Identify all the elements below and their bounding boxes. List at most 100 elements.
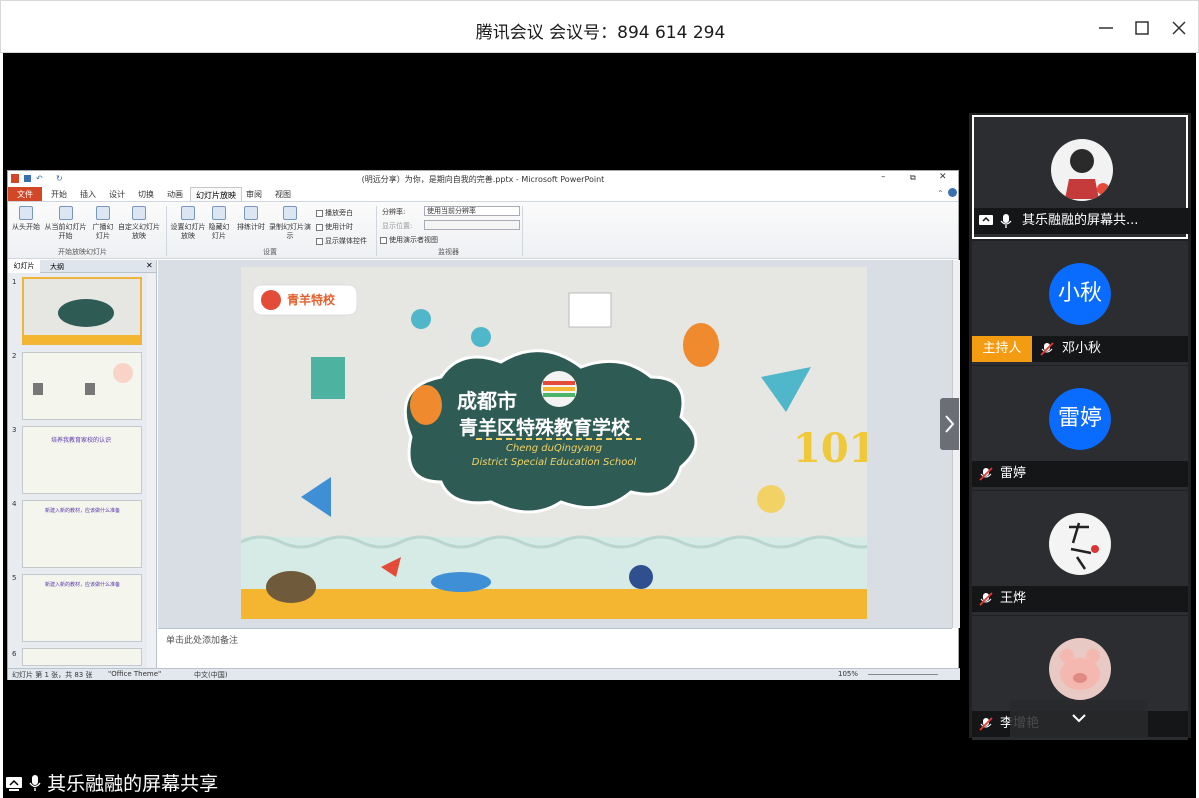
ppt-title: (明远分享）为你，是期向自我的完善.pptx - Microsoft Power…: [361, 175, 605, 184]
slide-number: 5: [12, 574, 17, 582]
ppt-title-bar: ↶ ↻ (明远分享）为你，是期向自我的完善.pptx - Microsoft P…: [8, 171, 958, 187]
thumb-4-title: 新建入新的教材，应该做什么准备: [45, 508, 121, 514]
slide-number: 4: [12, 500, 17, 508]
status-bar: 幻灯片 第 1 张，共 83 张 "Office Theme" 中文(中国) 1…: [8, 668, 960, 680]
slide-logo: 青羊特校: [287, 293, 336, 307]
maximize-icon[interactable]: [1129, 15, 1155, 41]
broadcast-icon: [96, 206, 110, 220]
participant-namebar: 王烨: [972, 586, 1188, 612]
participants-panel: 其乐融融的屏幕共... 小秋 主持人 邓小秋 雷婷 雷婷 王烨: [969, 113, 1191, 740]
pane-scrollbar[interactable]: [147, 274, 156, 668]
record-button[interactable]: 录制幻灯片演示: [269, 206, 311, 241]
slide-thumb-6[interactable]: [22, 648, 142, 666]
tab-animations[interactable]: 动画: [167, 189, 183, 200]
timing-checkbox[interactable]: 使用计时: [316, 220, 367, 234]
expand-list-button[interactable]: [1010, 700, 1148, 738]
slide-title-line1: 成都市: [457, 389, 517, 413]
participant-namebar: 雷婷: [972, 461, 1188, 487]
share-label-text: 其乐融融的屏幕共享: [47, 773, 219, 795]
slide-thumb-1[interactable]: [22, 277, 142, 345]
status-slide-info: 幻灯片 第 1 张，共 83 张: [12, 671, 93, 679]
rehearse-button[interactable]: 排练计时: [234, 206, 268, 232]
participant-name: 雷婷: [1000, 466, 1027, 481]
tab-insert[interactable]: 插入: [80, 189, 96, 200]
checkbox-icon: [316, 237, 323, 245]
slides-pane: 幻灯片 大纲 ✕ 1 2 3 培养我教育家校的认识 4 新建入新的教材，应该做什…: [8, 260, 157, 668]
ppt-close-icon[interactable]: ✕: [939, 172, 947, 182]
slide-subtitle-line2: District Special Education School: [471, 457, 637, 468]
show-on-label: 显示位置:: [382, 222, 413, 230]
slide-title-line2: 青羊区特殊教育学校: [459, 417, 631, 439]
slide-number-graphic: 101: [793, 425, 867, 472]
participant-tile[interactable]: 王烨: [972, 491, 1188, 615]
chevron-right-icon: [945, 415, 955, 433]
avatar-calligraphy-image: [1069, 522, 1099, 570]
participant-tile[interactable]: 小秋 主持人 邓小秋: [972, 241, 1188, 365]
setup-slideshow-button[interactable]: 设置幻灯片放映: [170, 206, 206, 241]
next-page-button[interactable]: [940, 398, 959, 450]
slideshow-options: 播放旁白 使用计时 显示媒体控件: [316, 206, 367, 248]
tab-design[interactable]: 设计: [109, 189, 125, 200]
screen-share-icon: [979, 215, 993, 225]
slide-thumb-3[interactable]: 培养我教育家校的认识: [22, 426, 142, 494]
slide-number: 2: [12, 352, 17, 360]
participant-tile[interactable]: 其乐融融的屏幕共...: [972, 115, 1190, 239]
slide-thumb-1-preview: [24, 299, 140, 343]
ribbon: 从头开始 从当前幻灯片开始 广播幻灯片 自定义幻灯片放映 开始放映幻灯片 设置幻…: [8, 201, 958, 259]
broadcast-button[interactable]: 广播幻灯片: [92, 206, 114, 241]
setup-icon: [181, 206, 195, 220]
tab-outline[interactable]: 大纲: [50, 262, 64, 272]
tab-home[interactable]: 开始: [51, 189, 67, 200]
slideshow-current-icon: [58, 206, 73, 220]
close-icon[interactable]: [1166, 15, 1192, 41]
avatar: 雷婷: [1049, 388, 1111, 450]
tab-transitions[interactable]: 切换: [138, 189, 154, 200]
slide-number: 3: [12, 426, 17, 434]
ribbon-separator: [522, 206, 523, 256]
status-language: 中文(中国): [194, 671, 228, 679]
tab-slides[interactable]: 幻灯片: [8, 260, 40, 273]
tab-slideshow[interactable]: 幻灯片放映: [190, 187, 242, 202]
ppt-minimize-icon[interactable]: –: [881, 172, 886, 182]
show-on-select[interactable]: [424, 220, 520, 230]
slide-thumb-2[interactable]: [22, 352, 142, 420]
timer-icon: [244, 206, 258, 220]
checkbox-icon: [380, 236, 387, 244]
minimize-icon[interactable]: [1093, 15, 1119, 41]
narration-checkbox[interactable]: 播放旁白: [316, 206, 367, 220]
help-icon[interactable]: [948, 188, 957, 197]
slide-number: 6: [12, 650, 17, 658]
screen-share-label: 其乐融融的屏幕共享: [5, 769, 218, 796]
hide-slide-button[interactable]: 隐藏幻灯片: [208, 206, 230, 241]
zoom-slider[interactable]: [868, 674, 938, 675]
ribbon-collapse-icon[interactable]: ⌃: [937, 189, 944, 198]
slide-thumb-4[interactable]: 新建入新的教材，应该做什么准备: [22, 500, 142, 568]
record-icon: [283, 206, 297, 220]
checkbox-icon: [316, 209, 323, 217]
avatar: 小秋: [1049, 263, 1111, 325]
ppt-restore-icon[interactable]: ⧉: [910, 173, 916, 183]
from-current-button[interactable]: 从当前幻灯片开始: [43, 206, 88, 241]
from-start-button[interactable]: 从头开始: [11, 206, 41, 232]
pane-close-icon[interactable]: ✕: [146, 261, 153, 270]
slideshow-icon: [19, 206, 33, 220]
thumb-3-title: 培养我教育家校的认识: [51, 437, 112, 444]
hide-slide-icon: [212, 206, 226, 220]
slide-number: 1: [12, 278, 17, 286]
tab-file[interactable]: 文件: [8, 187, 42, 201]
slide-thumb-5[interactable]: 新建入新的教材，应该做什么准备: [22, 574, 142, 642]
slide-thumb-2-preview: [33, 363, 133, 395]
notes-pane[interactable]: 单击此处添加备注: [158, 628, 952, 668]
resolution-select[interactable]: 使用当前分辨率: [424, 206, 520, 216]
ppt-ribbon-tabs: 文件 开始 插入 设计 切换 动画 幻灯片放映 审阅 视图 ⌃: [8, 187, 958, 202]
tab-review[interactable]: 审阅: [246, 189, 262, 200]
participant-name: 王烨: [1000, 591, 1027, 606]
custom-show-button[interactable]: 自定义幻灯片放映: [118, 206, 160, 241]
group-monitor-label: 监视器: [438, 248, 459, 256]
avatar-pig-image: [1060, 649, 1100, 690]
participant-tile[interactable]: 雷婷 雷婷: [972, 366, 1188, 490]
tab-view[interactable]: 视图: [275, 189, 291, 200]
presenter-view-checkbox[interactable]: 使用演示者视图: [380, 235, 438, 245]
avatar-text: 小秋: [1049, 263, 1111, 325]
media-checkbox[interactable]: 显示媒体控件: [316, 234, 367, 248]
